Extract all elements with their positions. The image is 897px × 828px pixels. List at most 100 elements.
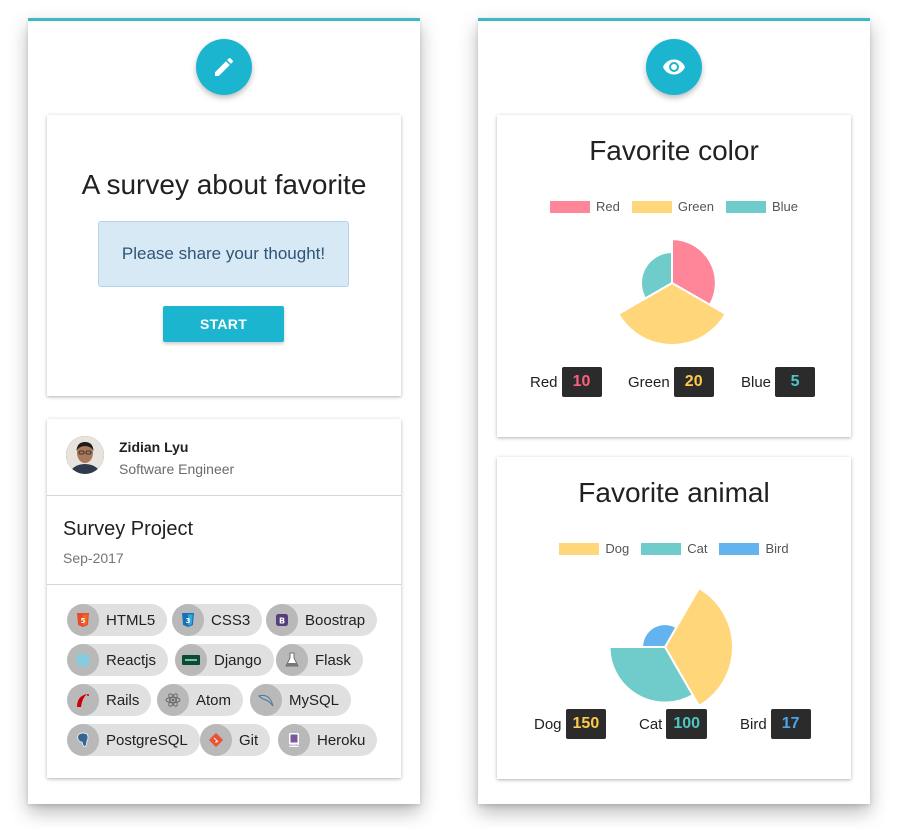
heroku-icon: heroku — [278, 724, 310, 756]
project-date: Sep-2017 — [63, 550, 124, 566]
legend-label: Cat — [687, 541, 708, 556]
stat-blue: Blue 5 — [741, 367, 816, 397]
skill-chip-git[interactable]: Git — [200, 724, 271, 756]
chart-legend: Dog Cat Bird — [497, 541, 851, 556]
results-preview-panel: Favorite color Red Green Blue Red 10 Gree… — [478, 18, 870, 804]
skill-chip-postgresql[interactable]: PostgreSQL — [67, 724, 200, 756]
skill-label: PostgreSQL — [106, 731, 188, 749]
skill-label: CSS3 — [211, 611, 251, 629]
css3-icon: 3 — [172, 604, 204, 636]
stat-red: Red 10 — [530, 367, 602, 397]
skill-chip-heroku[interactable]: heroku Heroku — [278, 724, 378, 756]
polar-area-chart — [616, 238, 728, 346]
legend-swatch — [641, 542, 682, 555]
preview-fab-button[interactable] — [646, 39, 702, 95]
legend-item[interactable]: Blue — [725, 199, 799, 214]
start-button[interactable]: START — [163, 306, 284, 342]
chart-title: Favorite animal — [578, 477, 770, 508]
mysql-icon — [250, 684, 282, 716]
project-title: Survey Project — [63, 518, 194, 540]
skill-label: Reactjs — [106, 651, 157, 669]
legend-swatch — [631, 200, 672, 213]
stats-row: Dog 150 Cat 100 Bird 17 — [497, 709, 851, 739]
legend-label: Dog — [605, 541, 630, 556]
html5-icon: 5 — [67, 604, 99, 636]
atom-icon — [157, 684, 189, 716]
skill-chip-atom[interactable]: Atom — [157, 684, 244, 716]
edit-fab-button[interactable] — [196, 39, 252, 95]
project-section: Survey Project Sep-2017 — [47, 496, 401, 585]
skill-chip-html5[interactable]: 5 HTML5 — [67, 604, 168, 636]
svg-text:3: 3 — [186, 617, 191, 625]
legend-label: Green — [677, 199, 714, 214]
legend-item[interactable]: Red — [549, 199, 620, 214]
legend-swatch — [549, 200, 590, 213]
skill-chip-reactjs[interactable]: Reactjs — [67, 644, 169, 676]
skill-label: Boostrap — [305, 611, 366, 629]
legend-item[interactable]: Bird — [719, 541, 789, 556]
stat-bird: Bird 17 — [740, 709, 811, 739]
stat-label: Green — [628, 373, 670, 391]
git-icon — [200, 724, 232, 756]
stat-value: 20 — [673, 367, 714, 397]
skill-chip-flask[interactable]: Flask — [276, 644, 363, 676]
skill-chip-bootstrap[interactable]: B Boostrap — [266, 604, 378, 636]
survey-title: A survey about favorite — [81, 169, 367, 200]
bootstrap-icon: B — [266, 604, 298, 636]
legend-swatch — [719, 542, 760, 555]
stat-green: Green 20 — [628, 367, 714, 397]
stat-value: 150 — [565, 709, 607, 739]
rails-icon — [67, 684, 99, 716]
legend-item[interactable]: Dog — [559, 541, 629, 556]
legend-item[interactable]: Green — [631, 199, 714, 214]
avatar — [66, 436, 104, 474]
stat-label: Cat — [639, 715, 663, 733]
survey-alert: Please share your thought! — [98, 221, 349, 287]
stat-value: 17 — [770, 709, 811, 739]
profile-header: Zidian Lyu Software Engineer — [47, 419, 401, 496]
skill-chip-rails[interactable]: Rails — [67, 684, 152, 716]
stat-label: Bird — [740, 715, 767, 733]
legend-swatch — [559, 542, 600, 555]
stat-cat: Cat 100 — [639, 709, 708, 739]
stat-value: 5 — [775, 367, 816, 397]
skill-label: Git — [239, 731, 259, 749]
svg-text:heroku: heroku — [289, 743, 299, 747]
skill-label: Django — [214, 651, 262, 669]
legend-label: Blue — [771, 199, 799, 214]
skill-label: Heroku — [317, 731, 366, 749]
favorite-color-card: Favorite color Red Green Blue Red 10 Gree… — [497, 115, 851, 437]
stat-label: Red — [530, 373, 558, 391]
postgresql-icon — [67, 724, 99, 756]
profile-card: Zidian Lyu Software Engineer Survey Proj… — [47, 419, 401, 778]
pencil-icon — [215, 57, 234, 76]
skill-chip-css3[interactable]: 3 CSS3 — [172, 604, 263, 636]
legend-label: Red — [595, 199, 620, 214]
flask-icon — [276, 644, 308, 676]
skill-label: Flask — [315, 651, 351, 669]
legend-label: Bird — [765, 541, 789, 556]
django-icon — [175, 644, 207, 676]
svg-text:5: 5 — [81, 617, 86, 625]
eye-icon — [663, 59, 685, 75]
legend-item[interactable]: Cat — [641, 541, 707, 556]
svg-text:B: B — [279, 617, 285, 626]
stat-label: Dog — [534, 715, 562, 733]
skill-chip-mysql[interactable]: MySQL — [250, 684, 352, 716]
chart-title: Favorite color — [589, 135, 759, 166]
polar-area-chart — [608, 586, 734, 708]
stat-dog: Dog 150 — [534, 709, 607, 739]
legend-swatch — [725, 200, 766, 213]
skill-chip-django[interactable]: Django — [175, 644, 274, 676]
skill-label: MySQL — [289, 691, 340, 709]
chart-legend: Red Green Blue — [497, 199, 851, 214]
skill-label: Rails — [106, 691, 140, 709]
survey-intro-card: A survey about favorite Please share you… — [47, 115, 401, 396]
profile-role: Software Engineer — [119, 461, 235, 477]
stat-value: 100 — [666, 709, 708, 739]
stat-value: 10 — [561, 367, 602, 397]
react-icon — [67, 644, 99, 676]
favorite-animal-card: Favorite animal Dog Cat Bird Dog 150 Cat 1… — [497, 457, 851, 779]
survey-editor-panel: A survey about favorite Please share you… — [28, 18, 420, 804]
profile-name: Zidian Lyu — [119, 439, 189, 455]
